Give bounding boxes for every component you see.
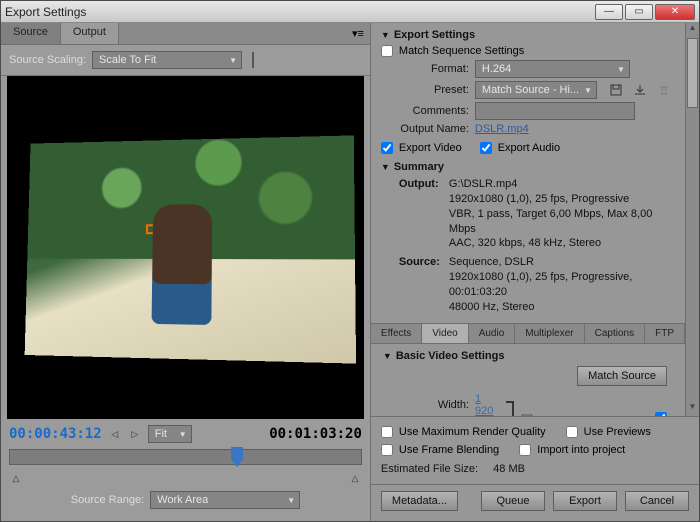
source-scaling-select[interactable]: Scale To Fit: [92, 51, 242, 69]
summary-output-text: G:\DSLR.mp4 1920x1080 (1,0), 25 fps, Pro…: [449, 177, 670, 251]
titlebar: Export Settings — ▭ ✕: [1, 1, 699, 23]
scroll-down-icon[interactable]: ▼: [686, 402, 699, 416]
export-audio-checkbox[interactable]: [480, 142, 492, 154]
preset-select[interactable]: Match Source - Hi...: [475, 81, 597, 99]
source-range-label: Source Range:: [71, 494, 144, 506]
use-previews-label: Use Previews: [584, 426, 651, 438]
basic-video-heading: Basic Video Settings: [396, 350, 505, 362]
format-label: Format:: [381, 63, 469, 75]
timecode-current[interactable]: 00:00:43:12: [9, 426, 102, 442]
range-in-icon[interactable]: △: [9, 471, 23, 485]
scroll-up-icon[interactable]: ▲: [686, 23, 699, 37]
preset-label: Preset:: [381, 84, 469, 96]
range-out-icon[interactable]: △: [348, 471, 362, 485]
timecode-total: 00:01:03:20: [269, 426, 362, 442]
cancel-button[interactable]: Cancel: [625, 491, 689, 511]
tab-ftp[interactable]: FTP: [645, 324, 685, 343]
maximize-button[interactable]: ▭: [625, 4, 653, 20]
save-preset-icon[interactable]: [607, 81, 625, 99]
minimize-button[interactable]: —: [595, 4, 623, 20]
format-select[interactable]: H.264: [475, 60, 630, 78]
export-video-label: Export Video: [399, 142, 462, 154]
tab-effects[interactable]: Effects: [371, 324, 422, 343]
preview-area[interactable]: [7, 76, 364, 419]
next-frame-icon[interactable]: ▷: [128, 427, 142, 441]
tab-output[interactable]: Output: [61, 23, 119, 44]
tab-video[interactable]: Video: [422, 324, 468, 343]
export-settings-heading: Export Settings: [394, 29, 475, 41]
export-audio-label: Export Audio: [498, 142, 560, 154]
delete-preset-icon[interactable]: [655, 81, 673, 99]
tab-source[interactable]: Source: [1, 23, 61, 44]
output-name-link[interactable]: DSLR.mp4: [475, 123, 529, 135]
summary-source-text: Sequence, DSLR 1920x1080 (1,0), 25 fps, …: [449, 255, 670, 314]
close-button[interactable]: ✕: [655, 4, 695, 20]
tab-captions[interactable]: Captions: [585, 324, 645, 343]
summary-output: Output:G:\DSLR.mp4 1920x1080 (1,0), 25 f…: [381, 177, 675, 251]
frame-blending-label: Use Frame Blending: [399, 444, 499, 456]
scroll-thumb[interactable]: [687, 38, 698, 108]
link-dimensions-icon[interactable]: [518, 409, 536, 416]
queue-button[interactable]: Queue: [481, 491, 545, 511]
export-video-checkbox[interactable]: [381, 142, 393, 154]
tab-multiplexer[interactable]: Multiplexer: [515, 324, 584, 343]
settings-scroll-region: ▼ Export Settings Match Sequence Settings…: [371, 23, 699, 416]
render-options: Use Maximum Render Quality Use Previews …: [371, 416, 699, 484]
source-scaling-label: Source Scaling:: [9, 54, 86, 66]
import-project-checkbox[interactable]: [519, 444, 531, 456]
preview-marker: [147, 224, 157, 234]
dialog-buttons: Metadata... Queue Export Cancel: [371, 484, 699, 521]
prev-frame-icon[interactable]: ◁: [108, 427, 122, 441]
tab-audio[interactable]: Audio: [469, 324, 516, 343]
max-render-quality-label: Use Maximum Render Quality: [399, 426, 546, 438]
preview-tabs: Source Output ▾≡: [1, 23, 370, 45]
metadata-button[interactable]: Metadata...: [381, 491, 458, 511]
export-settings-window: Export Settings — ▭ ✕ Source Output ▾≡ S…: [0, 0, 700, 522]
import-project-label: Import into project: [537, 444, 625, 456]
scaling-row: Source Scaling: Scale To Fit: [1, 45, 370, 76]
estimated-size-value: 48 MB: [493, 463, 525, 475]
preview-image: [25, 135, 356, 363]
source-range-select[interactable]: Work Area: [150, 491, 300, 509]
encoder-tabs: Effects Video Audio Multiplexer Captions…: [371, 323, 685, 344]
divider: [252, 52, 254, 68]
width-value[interactable]: 1 920: [475, 393, 502, 416]
export-audio-row: Export Audio: [480, 142, 560, 154]
twirl-down-icon[interactable]: ▼: [381, 162, 390, 172]
estimated-size-label: Estimated File Size:: [381, 463, 478, 475]
twirl-down-icon[interactable]: ▼: [381, 30, 390, 40]
panel-menu-icon[interactable]: ▾≡: [352, 23, 370, 44]
playhead[interactable]: [231, 447, 243, 467]
import-preset-icon[interactable]: [631, 81, 649, 99]
twirl-down-icon[interactable]: ▼: [383, 351, 392, 361]
link-dimensions-bracket: [506, 401, 514, 416]
export-video-row: Export Video: [381, 142, 462, 154]
export-settings-section: ▼ Export Settings Match Sequence Settings…: [371, 23, 685, 319]
content: Source Output ▾≡ Source Scaling: Scale T…: [1, 23, 699, 521]
comments-label: Comments:: [381, 105, 469, 117]
timeline-area: 00:00:43:12 ◁ ▷ Fit 00:01:03:20 △ △ Sour…: [1, 419, 370, 521]
right-panel: ▼ Export Settings Match Sequence Settings…: [371, 23, 699, 521]
summary-heading: Summary: [394, 161, 444, 173]
output-name-label: Output Name:: [381, 123, 469, 135]
use-previews-checkbox[interactable]: [566, 426, 578, 438]
left-panel: Source Output ▾≡ Source Scaling: Scale T…: [1, 23, 371, 521]
match-sequence-label: Match Sequence Settings: [399, 45, 524, 57]
width-label: Width:: [383, 399, 469, 411]
match-sequence-checkbox[interactable]: [381, 45, 393, 57]
basic-video-settings: ▼ Basic Video Settings Match Source Width…: [371, 344, 685, 416]
match-source-button[interactable]: Match Source: [577, 366, 667, 386]
summary-source: Source:Sequence, DSLR 1920x1080 (1,0), 2…: [381, 255, 675, 314]
comments-input[interactable]: [475, 102, 635, 120]
settings-scrollbar[interactable]: ▲ ▼: [685, 23, 699, 416]
max-render-quality-checkbox[interactable]: [381, 426, 393, 438]
window-buttons: — ▭ ✕: [595, 4, 695, 20]
frame-blending-checkbox[interactable]: [381, 444, 393, 456]
timeline-slider[interactable]: [9, 449, 362, 465]
zoom-fit-select[interactable]: Fit: [148, 425, 192, 443]
export-button[interactable]: Export: [553, 491, 617, 511]
window-title: Export Settings: [5, 5, 86, 19]
